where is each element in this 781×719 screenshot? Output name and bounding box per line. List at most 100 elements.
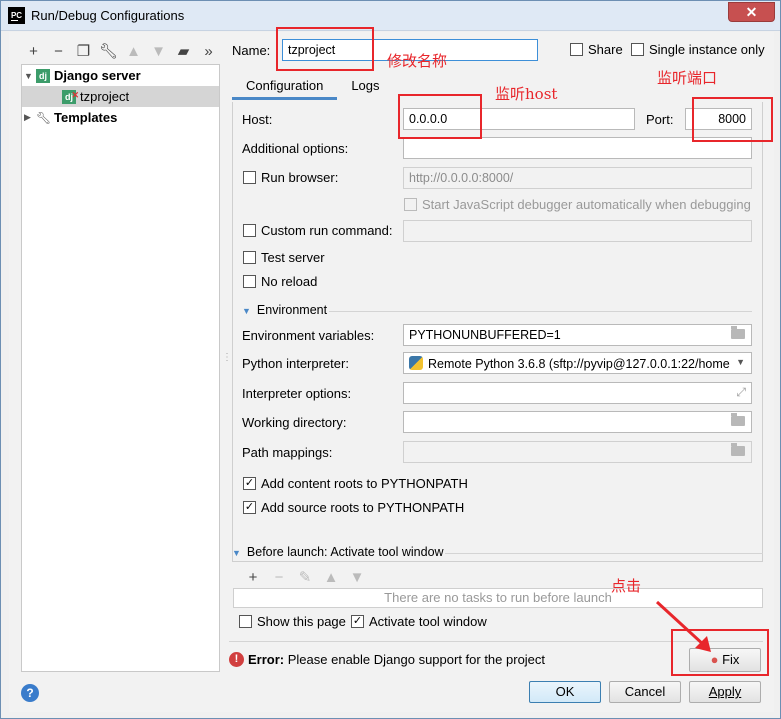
copy-icon[interactable]: ❐ [71, 41, 96, 61]
python-interpreter-select[interactable]: Remote Python 3.6.8 (sftp://pyvip@127.0.… [403, 352, 752, 374]
help-icon[interactable]: ? [21, 684, 39, 702]
show-this-page-checkbox[interactable]: Show this page [239, 614, 346, 629]
tree-item-label: tzproject [80, 89, 130, 104]
js-debugger-label: Start JavaScript debugger automatically … [422, 197, 751, 212]
interpreter-options-input[interactable]: ⤢ [403, 382, 752, 404]
chevron-right-icon[interactable]: ▶ [24, 112, 36, 123]
chevron-down-icon: ▼ [736, 357, 745, 367]
folder-icon[interactable] [731, 413, 745, 426]
add-task-icon[interactable]: + [240, 567, 266, 587]
move-down-icon[interactable]: ▼ [146, 41, 171, 61]
tree-item-templates[interactable]: ▶ 🔧︎ Templates [24, 107, 219, 128]
tree-item-django-server[interactable]: ▼ dj Django server [24, 65, 219, 86]
wrench-icon[interactable]: 🔧︎ [96, 41, 121, 61]
show-this-page-label: Show this page [257, 614, 346, 629]
checkmark-icon: ✓ [351, 615, 364, 628]
checkbox-box [239, 615, 252, 628]
close-window-button[interactable]: ✕ [728, 2, 775, 22]
add-icon[interactable]: + [21, 41, 46, 61]
annotation-box-name [276, 27, 374, 71]
move-up-icon[interactable]: ▲ [121, 41, 146, 61]
run-debug-window: PC Run/Debug Configurations ✕ + − ❐ 🔧︎ ▲… [0, 0, 781, 719]
additional-options-label: Additional options: [242, 141, 349, 156]
apply-button[interactable]: Apply [689, 681, 761, 703]
checkbox-box [631, 43, 644, 56]
annotation-listen-host: 监听host [495, 85, 558, 103]
python-icon [409, 356, 423, 370]
move-up-icon[interactable]: ▲ [318, 567, 344, 587]
expand-icon[interactable]: ⤢ [736, 385, 746, 400]
window-title: Run/Debug Configurations [31, 8, 185, 23]
python-interpreter-value: Remote Python 3.6.8 (sftp://pyvip@127.0.… [428, 357, 730, 371]
path-mappings-label: Path mappings: [242, 445, 333, 460]
tab-configuration[interactable]: Configuration [232, 72, 338, 100]
custom-run-command-label: Custom run command: [261, 223, 393, 238]
port-label: Port: [646, 112, 674, 127]
pycharm-app-icon: PC [8, 7, 25, 24]
no-reload-checkbox[interactable]: No reload [243, 274, 317, 289]
activate-tool-window-checkbox[interactable]: ✓ Activate tool window [351, 614, 487, 629]
run-browser-checkbox[interactable]: Run browser: [243, 170, 338, 185]
share-checkbox[interactable]: Share [570, 42, 623, 57]
section-divider [329, 311, 752, 312]
env-vars-value: PYTHONUNBUFFERED=1 [409, 328, 561, 342]
new-folder-icon[interactable]: ▰ [171, 41, 196, 61]
working-directory-input[interactable] [403, 411, 752, 433]
env-vars-input[interactable]: PYTHONUNBUFFERED=1 [403, 324, 752, 346]
configurations-tree: ▼ dj Django server dj ✕ tzproject ▶ 🔧︎ Te… [21, 64, 220, 672]
folder-icon[interactable] [731, 326, 745, 339]
error-icon: ! [229, 652, 244, 667]
remove-icon[interactable]: − [46, 41, 71, 61]
js-debugger-checkbox[interactable]: Start JavaScript debugger automatically … [404, 197, 751, 212]
checkbox-box [570, 43, 583, 56]
folder-icon[interactable] [731, 443, 745, 456]
more-icon[interactable]: » [196, 41, 221, 61]
add-source-roots-label: Add source roots to PYTHONPATH [261, 500, 465, 515]
environment-section-header[interactable]: ▼ Environment [242, 303, 327, 317]
add-content-roots-checkbox[interactable]: ✓ Add content roots to PYTHONPATH [243, 476, 468, 491]
remove-task-icon[interactable]: − [266, 567, 292, 587]
checkbox-box [243, 224, 256, 237]
interpreter-options-label: Interpreter options: [242, 386, 352, 401]
share-label: Share [588, 42, 623, 57]
ok-button[interactable]: OK [529, 681, 601, 703]
environment-label: Environment [256, 303, 328, 317]
no-reload-label: No reload [261, 274, 318, 289]
checkbox-box [404, 198, 417, 211]
annotation-rename: 修改名称 [387, 52, 448, 70]
django-icon: dj [36, 68, 50, 83]
error-text: Please enable Django support for the pro… [287, 652, 546, 667]
custom-run-command-input[interactable] [403, 220, 752, 242]
error-prefix: Error: [248, 652, 285, 667]
error-message: Error: Please enable Django support for … [248, 652, 545, 667]
name-label: Name: [232, 43, 271, 58]
before-launch-title: Before launch: Activate tool window [246, 545, 444, 559]
wrench-icon: 🔧︎ [36, 110, 52, 125]
tab-logs[interactable]: Logs [337, 72, 393, 100]
title-bar[interactable]: PC Run/Debug Configurations ✕ [1, 1, 780, 31]
add-source-roots-checkbox[interactable]: ✓ Add source roots to PYTHONPATH [243, 500, 464, 515]
cancel-button[interactable]: Cancel [609, 681, 681, 703]
custom-run-command-checkbox[interactable]: Custom run command: [243, 223, 393, 238]
tree-item-label: Django server [54, 68, 141, 83]
expand-triangle-icon: ▼ [232, 548, 241, 558]
single-instance-label: Single instance only [649, 42, 765, 57]
move-down-icon[interactable]: ▼ [344, 567, 370, 587]
path-mappings-input[interactable] [403, 441, 752, 463]
test-server-checkbox[interactable]: Test server [243, 250, 325, 265]
chevron-down-icon[interactable]: ▼ [24, 71, 36, 81]
annotation-box-host [398, 94, 482, 139]
splitter-handle[interactable]: ⋮ [222, 352, 232, 363]
edit-task-icon[interactable]: ✎ [292, 567, 318, 587]
checkbox-box [243, 275, 256, 288]
before-launch-header[interactable]: ▼ Before launch: Activate tool window [232, 545, 444, 559]
annotation-box-fix [671, 629, 769, 676]
host-label: Host: [242, 112, 273, 127]
expand-triangle-icon: ▼ [242, 306, 251, 316]
single-instance-checkbox[interactable]: Single instance only [631, 42, 765, 57]
add-content-roots-label: Add content roots to PYTHONPATH [261, 476, 468, 491]
run-browser-url-input[interactable]: http://0.0.0.0:8000/ [403, 167, 752, 189]
annotation-click: 点击 [611, 577, 642, 595]
django-error-icon: dj ✕ [62, 89, 79, 104]
tree-item-tzproject[interactable]: dj ✕ tzproject [22, 86, 219, 107]
